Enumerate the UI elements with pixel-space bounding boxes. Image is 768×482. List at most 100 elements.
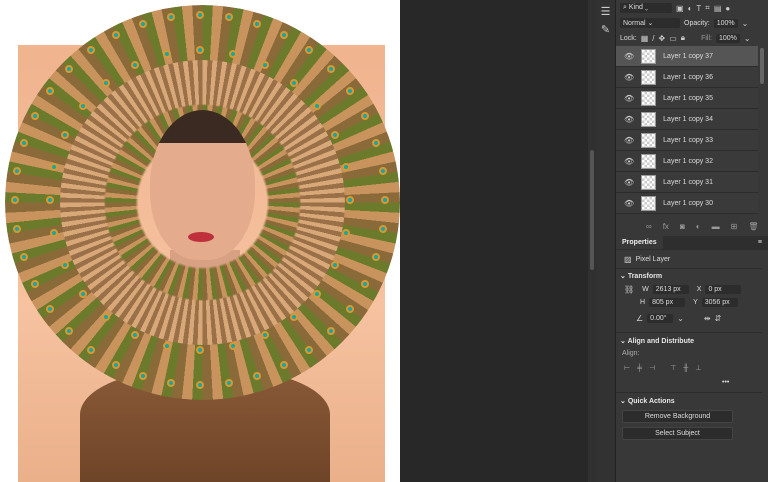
layer-row[interactable]: 👁︎ Layer 1 copy 37 [616,46,758,67]
align-label: Align: [622,350,640,357]
align-section[interactable]: ⌄ Align and Distribute [620,337,694,345]
width-input[interactable]: 2613 px [652,285,689,294]
visibility-eye-icon[interactable]: 👁︎ [624,157,634,166]
filter-shape-icon[interactable]: ⌗ [705,3,710,13]
select-subject-button[interactable]: Select Subject [622,427,733,440]
lock-position-icon[interactable]: ✥ [659,34,666,43]
opacity-label: Opacity: [684,19,710,27]
lock-paint-icon[interactable]: / [652,34,654,43]
filter-smart-object-icon[interactable]: ▤ [714,4,722,13]
eyespot [313,289,322,298]
panel-toolbar: ☰ ✎ [596,0,616,482]
align-left-icon[interactable]: ⊢ [624,364,630,372]
link-dimensions-icon[interactable]: ⛓ [624,285,634,294]
y-label: Y [693,299,698,306]
filter-adjustment-icon[interactable]: ◐ [688,4,693,13]
eyespot [261,60,270,69]
new-group-icon[interactable]: ▬ [712,222,720,231]
eyespot [112,360,120,369]
eyespot [196,11,204,19]
fill-dropdown-icon[interactable]: ⌄ [744,34,751,43]
layer-row[interactable]: 👁︎ Layer 1 copy 30 [616,193,758,214]
fx-icon[interactable]: fx [663,222,669,231]
layer-thumbnail [641,111,657,127]
transform-title: Transform [627,273,663,280]
visibility-eye-icon[interactable]: 👁︎ [624,178,634,187]
visibility-eye-icon[interactable]: 👁︎ [624,73,634,82]
layers-scrollbar[interactable] [760,48,764,84]
x-input[interactable]: 0 px [705,285,742,294]
eyespot [162,342,171,351]
more-options-button[interactable]: ••• [722,379,729,386]
eyespot [49,162,58,171]
layer-row[interactable]: 👁︎ Layer 1 copy 33 [616,130,758,151]
visibility-eye-icon[interactable]: 👁︎ [624,115,634,124]
tab-properties[interactable]: Properties [616,236,663,249]
visibility-eye-icon[interactable]: 👁︎ [624,52,634,61]
align-center-h-icon[interactable]: ╪ [637,365,642,372]
flip-horizontal-icon[interactable]: ⇹ [704,314,711,323]
align-center-v-icon[interactable]: ╫ [683,365,688,372]
eyespot [378,224,387,233]
layer-thumbnail [641,153,657,169]
eyespot [371,138,380,147]
h-label: H [640,299,646,306]
eyespot [78,289,87,298]
filter-type-icon[interactable]: T [696,4,701,13]
layer-name: Layer 1 copy 33 [663,136,713,144]
layer-thumbnail [641,195,657,211]
filter-pixel-icon[interactable]: ▣ [676,4,684,13]
align-top-icon[interactable]: ⊤ [670,364,676,372]
new-layer-icon[interactable]: ⊞ [731,222,738,231]
layers-panel: ⌕ Kind ⌄ ▣ ◐ T ⌗ ▤ ● Normal ⌄ Opacity: 1… [616,0,768,482]
layer-row[interactable]: 👁︎ Layer 1 copy 32 [616,151,758,172]
align-bottom-icon[interactable]: ⊥ [695,364,701,372]
layer-row[interactable]: 👁︎ Layer 1 copy 36 [616,67,758,88]
delete-layer-icon[interactable]: 🗑︎ [748,222,758,231]
filter-toggle-icon[interactable]: ● [725,4,730,13]
link-layers-icon[interactable]: ∞ [646,222,652,231]
lock-all-icon[interactable]: 🔒︎ [681,33,685,43]
angle-dropdown-icon[interactable]: ⌄ [677,314,684,323]
y-input[interactable]: 3056 px [701,298,738,307]
layer-row[interactable]: 👁︎ Layer 1 copy 35 [616,88,758,109]
quick-actions-section[interactable]: ⌄ Quick Actions [620,397,675,405]
eyespot [138,20,147,29]
document-canvas[interactable] [0,0,400,482]
adjustments-icon[interactable]: ☰ [596,5,615,18]
fill-label: Fill: [701,34,712,42]
align-right-icon[interactable]: ⊣ [649,364,655,372]
visibility-eye-icon[interactable]: 👁︎ [624,199,634,208]
filter-kind-select[interactable]: ⌕ Kind ⌄ [620,3,672,13]
eyespot [196,346,204,354]
eyespot [130,331,139,340]
photo-lips [188,232,214,242]
layer-thumbnail [641,90,657,106]
transform-section[interactable]: ⌄ Transform [620,272,662,280]
height-input[interactable]: 805 px [649,298,686,307]
fill-input[interactable]: 100% [715,33,740,43]
canvas-scrollbar[interactable] [588,0,596,482]
layer-row[interactable]: 👁︎ Layer 1 copy 31 [616,172,758,193]
eyespot [279,360,288,369]
panel-menu-icon[interactable]: ≡ [752,236,768,249]
remove-background-button[interactable]: Remove Background [622,410,733,423]
flip-vertical-icon[interactable]: ⇵ [715,314,722,323]
add-mask-icon[interactable]: ◙ [680,222,685,231]
eyespot [65,326,74,335]
opacity-input[interactable]: 100% [713,18,738,28]
brush-settings-icon[interactable]: ✎ [596,23,615,36]
visibility-eye-icon[interactable]: 👁︎ [624,94,634,103]
eyespot [304,345,313,354]
blend-mode-select[interactable]: Normal ⌄ [620,18,680,28]
lock-artboard-icon[interactable]: ▭ [669,34,677,43]
eyespot [87,345,96,354]
lock-transparent-icon[interactable]: ▦ [641,34,649,43]
angle-input[interactable]: 0.00° [647,314,674,323]
adjustment-layer-icon[interactable]: ◐ [696,222,701,231]
layer-row[interactable]: 👁︎ Layer 1 copy 34 [616,109,758,130]
visibility-eye-icon[interactable]: 👁︎ [624,136,634,145]
opacity-dropdown-icon[interactable]: ⌄ [742,19,749,28]
layer-name: Layer 1 copy 31 [663,178,713,186]
layer-name: Layer 1 copy 35 [663,94,713,102]
